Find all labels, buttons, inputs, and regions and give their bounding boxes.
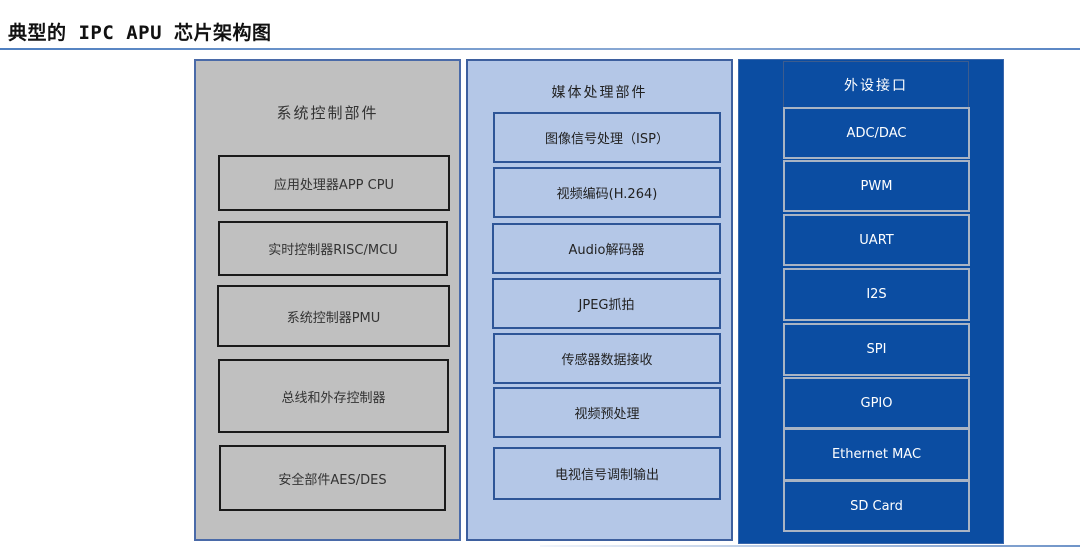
block-risc-mcu: 实时控制器RISC/MCU — [218, 221, 448, 276]
peripheral-interfaces-panel: 外设接口 ADC/DAC PWM UART I2S SPI GPIO Ether… — [738, 59, 1004, 544]
block-uart: UART — [783, 214, 970, 266]
media-processing-title: 媒体处理部件 — [551, 85, 648, 101]
block-app-cpu: 应用处理器APP CPU — [218, 155, 450, 211]
block-jpeg-capture: JPEG抓拍 — [492, 278, 721, 329]
page-title: 典型的 IPC APU 芯片架构图 — [8, 22, 272, 44]
block-gpio: GPIO — [783, 377, 970, 429]
system-control-title: 系统控制部件 — [276, 104, 379, 122]
block-h264-encoder: 视频编码(H.264) — [493, 167, 721, 218]
block-adc-dac: ADC/DAC — [783, 107, 970, 159]
block-sd-card: SD Card — [783, 480, 970, 532]
peripheral-interfaces-title: 外设接口 — [783, 61, 969, 108]
block-audio-decoder: Audio解码器 — [492, 223, 721, 274]
bottom-divider — [540, 545, 1080, 547]
block-pmu: 系统控制器PMU — [217, 285, 450, 347]
block-i2s: I2S — [783, 268, 970, 321]
media-processing-panel: 媒体处理部件 图像信号处理（ISP） 视频编码(H.264) Audio解码器 … — [466, 59, 733, 541]
block-spi: SPI — [783, 323, 970, 376]
block-aes-des: 安全部件AES/DES — [219, 445, 446, 511]
block-ethernet-mac: Ethernet MAC — [783, 428, 970, 481]
block-sensor-data-receive: 传感器数据接收 — [493, 333, 721, 384]
block-bus-memory-controller: 总线和外存控制器 — [218, 359, 449, 433]
system-control-panel: 系统控制部件 应用处理器APP CPU 实时控制器RISC/MCU 系统控制器P… — [194, 59, 461, 541]
block-tv-signal-output: 电视信号调制输出 — [493, 447, 721, 500]
block-isp: 图像信号处理（ISP） — [493, 112, 721, 163]
block-pwm: PWM — [783, 160, 970, 212]
block-video-preprocess: 视频预处理 — [493, 387, 721, 438]
title-divider — [0, 48, 1080, 50]
